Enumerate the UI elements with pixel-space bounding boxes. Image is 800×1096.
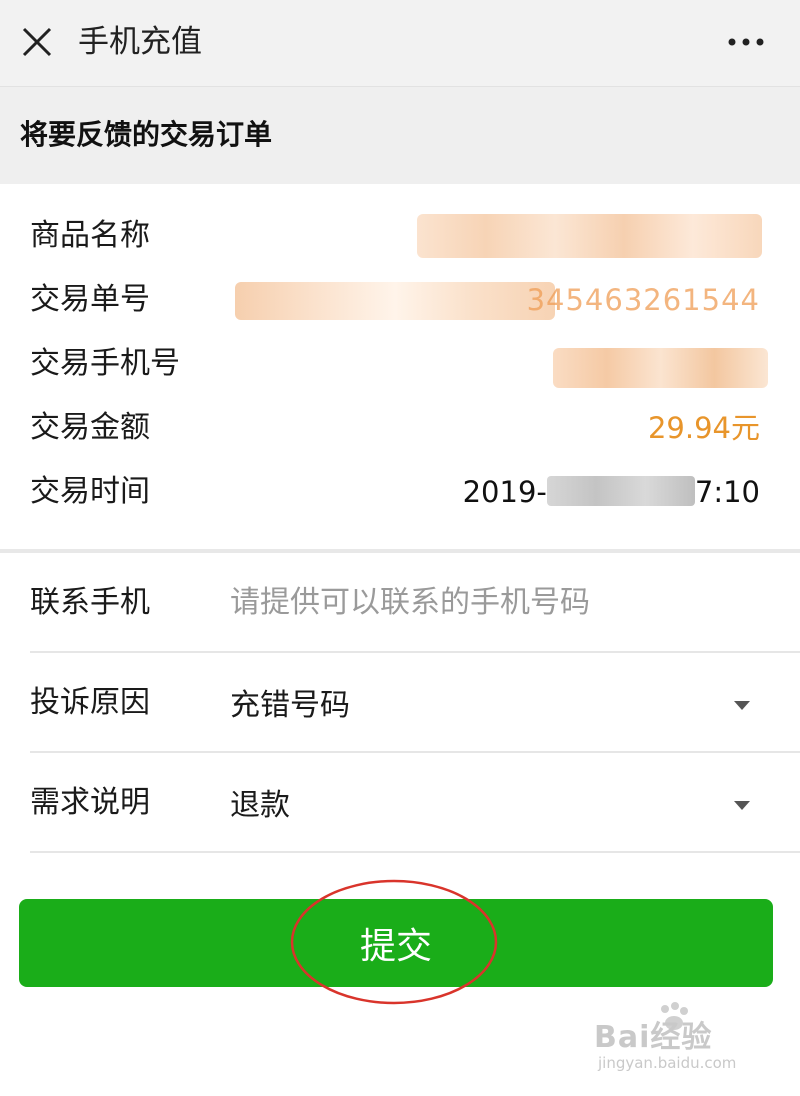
product-name-label: 商品名称 [30,218,150,253]
detail-row-phone: 交易手机号 [0,334,800,394]
order-details: 商品名称 交易单号 345463261544 交易手机号 交易金额 29.94元… [0,184,800,550]
amount-label: 交易金额 [30,410,150,445]
feedback-form: 联系手机 投诉原因 充错号码 需求说明 退款 [0,553,800,853]
close-icon[interactable] [20,25,54,59]
amount-value: 29.94元 [647,411,760,445]
time-prefix: 2019- [462,475,547,509]
page-title: 手机充值 [78,24,202,60]
time-suffix: 7:10 [694,475,760,509]
section-header: 将要反馈的交易订单 [0,87,800,184]
top-bar: 手机充值 [0,0,800,87]
watermark-logo: Bai经验 jingyan.baidu.com [594,1000,764,1080]
request-description-select[interactable]: 退款 [230,784,290,828]
row-divider [30,851,800,853]
time-label: 交易时间 [30,474,150,509]
complaint-reason-select[interactable]: 充错号码 [230,684,350,728]
time-value: 2019- 7:10 [463,470,760,514]
dropdown-arrow-icon[interactable] [734,701,750,710]
watermark-url: jingyan.baidu.com [598,1054,737,1072]
detail-row-time: 交易时间 2019- 7:10 [0,462,800,522]
phone-label: 交易手机号 [30,346,180,381]
dropdown-arrow-icon[interactable] [734,801,750,810]
detail-row-order-number: 交易单号 345463261544 [0,270,800,330]
contact-phone-row: 联系手机 [30,553,800,653]
request-description-row[interactable]: 需求说明 退款 [30,753,800,853]
time-redacted [546,476,695,506]
complaint-reason-row[interactable]: 投诉原因 充错号码 [30,653,800,753]
contact-phone-input[interactable] [230,575,730,629]
detail-row-product-name: 商品名称 [0,206,800,266]
watermark-text: Bai经验 [594,1020,713,1055]
request-description-label: 需求说明 [30,785,150,820]
section-header-title: 将要反馈的交易订单 [20,118,273,151]
order-number-visible: 345463261544 [526,283,760,317]
submit-button[interactable]: 提交 [19,899,773,987]
order-number-redacted [235,282,555,320]
detail-row-amount: 交易金额 29.94元 [0,398,800,458]
product-name-redacted [417,214,762,258]
phone-redacted [553,348,768,388]
contact-phone-label: 联系手机 [30,585,150,620]
more-icon[interactable] [726,36,766,48]
order-number-label: 交易单号 [30,282,150,317]
complaint-reason-label: 投诉原因 [30,685,150,720]
